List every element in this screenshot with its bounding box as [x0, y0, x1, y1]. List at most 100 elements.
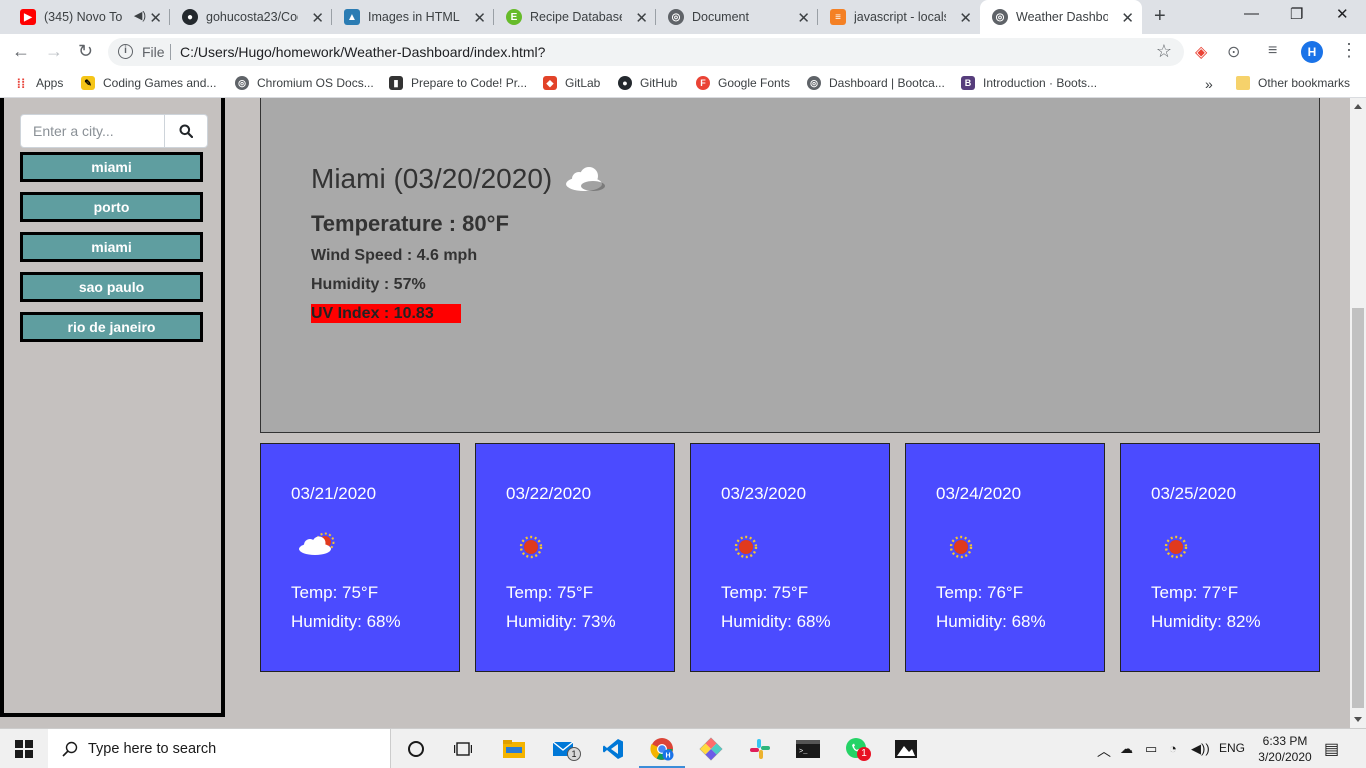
close-tab-icon[interactable]: ✕	[149, 9, 162, 27]
volume-icon[interactable]: ◀))	[1191, 741, 1210, 757]
bookmark-label: GitLab	[565, 76, 601, 90]
onedrive-cloud-icon[interactable]: ☁	[1120, 741, 1133, 757]
city-history-button[interactable]: rio de janeiro	[20, 312, 203, 342]
bookmark-label: Chromium OS Docs...	[257, 76, 374, 90]
start-button[interactable]	[10, 735, 38, 763]
menu-icon[interactable]: ⋮	[1340, 40, 1358, 61]
bookmark-label: GitHub	[640, 76, 678, 90]
close-tab-icon[interactable]: ✕	[473, 9, 486, 27]
forward-arrow-icon[interactable]: →	[45, 41, 63, 62]
new-tab-button[interactable]: +	[1154, 5, 1166, 28]
media-control-icon[interactable]: ≡	[1268, 42, 1277, 60]
google-fonts-icon: F	[696, 76, 710, 90]
close-tab-icon[interactable]: ✕	[797, 9, 810, 27]
bookmark-item[interactable]: ▮ Prepare to Code! Pr...	[389, 76, 527, 90]
search-icon	[179, 124, 193, 138]
taskbar-search-box[interactable]: Type here to search	[48, 729, 391, 768]
mail-app-icon[interactable]: 1	[551, 735, 581, 763]
close-tab-icon[interactable]: ✕	[311, 9, 324, 27]
close-window-button[interactable]: ✕	[1336, 5, 1349, 23]
browser-tab[interactable]: ≡ javascript - localst ✕	[818, 0, 980, 34]
slack-logo-icon	[750, 739, 770, 759]
bookmark-item[interactable]: ◎ Dashboard | Bootca...	[807, 76, 945, 90]
git-app-icon[interactable]	[697, 735, 725, 763]
scrollbar-thumb[interactable]	[1352, 308, 1364, 708]
book-icon: ▮	[389, 76, 403, 90]
console-window-icon: >_	[796, 740, 820, 758]
city-search-input[interactable]	[21, 115, 165, 147]
browser-tab-active[interactable]: ◎ Weather Dashboar ✕	[980, 0, 1142, 34]
profile-avatar[interactable]: H	[1301, 41, 1323, 63]
info-icon[interactable]: i	[118, 44, 133, 59]
battery-icon[interactable]: ▭	[1145, 741, 1157, 757]
photos-icon[interactable]	[892, 735, 920, 763]
vscode-logo-icon	[603, 739, 623, 759]
search-button[interactable]	[165, 115, 207, 147]
slack-icon[interactable]	[746, 735, 774, 763]
forecast-date: 03/24/2020	[936, 484, 1022, 503]
globe-icon: ◎	[235, 76, 249, 90]
address-bar[interactable]: i File C:/Users/Hugo/homework/Weather-Da…	[108, 38, 1184, 66]
other-bookmarks-folder[interactable]: Other bookmarks	[1236, 76, 1350, 90]
system-clock[interactable]: 6:33 PM 3/20/2020	[1252, 733, 1318, 765]
show-hidden-icons-chevron-icon[interactable]: ︿	[1097, 741, 1111, 761]
speaker-icon[interactable]: ◀)	[134, 9, 146, 22]
bookmark-item[interactable]: ✎ Coding Games and...	[81, 76, 216, 90]
url-text[interactable]: C:/Users/Hugo/homework/Weather-Dashboard…	[180, 44, 545, 60]
extension-icon[interactable]: ⊙	[1227, 42, 1240, 62]
browser-tab[interactable]: E Recipe Database, I ✕	[494, 0, 656, 34]
back-arrow-icon[interactable]: ←	[12, 41, 30, 62]
cortana-icon[interactable]	[402, 735, 430, 763]
city-history-button[interactable]: miami	[20, 152, 203, 182]
notification-center-icon[interactable]: ▤	[1324, 739, 1339, 759]
uv-index-badge: UV Index : 10.83	[311, 304, 461, 323]
bookmark-item[interactable]: B Introduction · Boots...	[961, 76, 1097, 90]
browser-tab[interactable]: ▶ (345) Novo To ◀) ✕	[8, 0, 170, 34]
scroll-down-arrow-icon[interactable]	[1354, 717, 1362, 722]
current-weather-panel: Miami (03/20/2020) Temperature : 80°F Wi…	[260, 98, 1320, 433]
forecast-card: 03/24/2020 Temp: 76°F Humidity: 68%	[905, 443, 1105, 672]
windows-taskbar: Type here to search 1 H >_ 1 ︿ ☁ ▭ ◔ ◀))…	[0, 728, 1366, 768]
file-explorer-icon[interactable]	[500, 735, 528, 763]
bookmark-item[interactable]: ◎ Chromium OS Docs...	[235, 76, 374, 90]
reload-icon[interactable]: ↻	[78, 41, 93, 62]
bookmark-item[interactable]: ◆ GitLab	[543, 76, 600, 90]
omnibox-divider	[170, 44, 171, 60]
forecast-date: 03/25/2020	[1151, 484, 1237, 503]
vscode-icon[interactable]	[599, 735, 627, 763]
city-history-button[interactable]: porto	[20, 192, 203, 222]
bookmark-star-icon[interactable]: ☆	[1156, 41, 1172, 62]
language-indicator[interactable]: ENG	[1219, 741, 1245, 755]
bookmark-apps[interactable]: ⁞⁞ Apps	[14, 76, 64, 91]
forecast-card: 03/25/2020 Temp: 77°F Humidity: 82%	[1120, 443, 1320, 672]
scroll-up-arrow-icon[interactable]	[1354, 104, 1362, 109]
forecast-date: 03/22/2020	[506, 484, 592, 503]
task-view-icon[interactable]	[449, 735, 477, 763]
bookmark-label: Google Fonts	[718, 76, 791, 90]
bookmark-item[interactable]: ● GitHub	[618, 76, 677, 90]
taskbar-search-placeholder: Type here to search	[88, 741, 217, 757]
wifi-icon[interactable]: ◔	[1169, 741, 1177, 756]
city-history-button[interactable]: miami	[20, 232, 203, 262]
extension-icon[interactable]: ◈	[1195, 42, 1207, 62]
bookmark-label: Apps	[36, 76, 64, 90]
more-bookmarks-button[interactable]: »	[1205, 76, 1213, 92]
whatsapp-icon[interactable]: 1	[843, 735, 871, 763]
maximize-button[interactable]: ❐	[1290, 5, 1303, 23]
globe-icon: ◎	[668, 9, 684, 25]
chrome-icon: H	[650, 738, 674, 761]
browser-tab[interactable]: ▲ Images in HTML - ✕	[332, 0, 494, 34]
tab-title: Weather Dashboar	[1016, 10, 1108, 24]
minimize-button[interactable]: —	[1244, 5, 1259, 22]
browser-tab[interactable]: ◎ Document ✕	[656, 0, 818, 34]
terminal-icon[interactable]: >_	[794, 735, 822, 763]
forecast-temp: Temp: 76°F	[936, 583, 1024, 602]
chrome-taskbar-icon[interactable]: H	[648, 735, 676, 763]
browser-tab[interactable]: ● gohucosta23/Cod ✕	[170, 0, 332, 34]
close-tab-icon[interactable]: ✕	[959, 9, 972, 27]
city-history-button[interactable]: sao paulo	[20, 272, 203, 302]
page-scrollbar[interactable]	[1350, 98, 1366, 728]
close-tab-icon[interactable]: ✕	[635, 9, 648, 27]
close-tab-icon[interactable]: ✕	[1121, 9, 1134, 27]
bookmark-item[interactable]: F Google Fonts	[696, 76, 790, 90]
